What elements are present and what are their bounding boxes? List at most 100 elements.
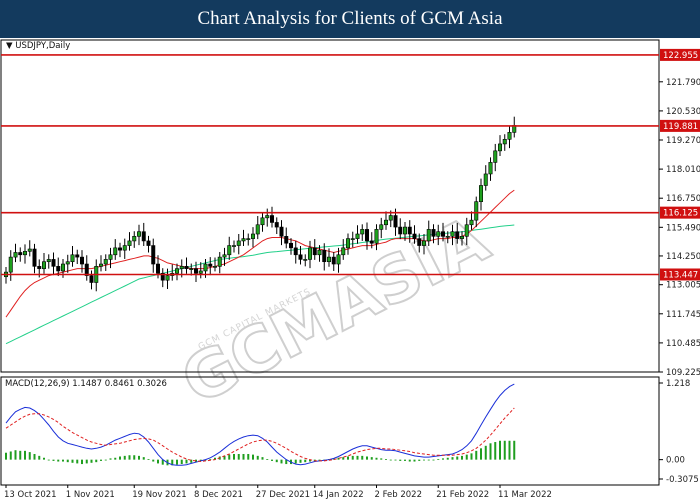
macd-histogram-bar xyxy=(465,454,468,460)
price-tick-label: 109.225 xyxy=(666,368,700,378)
macd-histogram-bar xyxy=(233,453,235,460)
macd-histogram-bar xyxy=(252,454,254,460)
candle-body xyxy=(269,215,274,223)
candle-body xyxy=(360,229,365,235)
macd-histogram-bar xyxy=(133,455,136,460)
candle-body xyxy=(60,263,65,272)
date-tick-label: 19 Nov 2021 xyxy=(132,490,186,500)
candle-body xyxy=(241,238,246,242)
candle-body xyxy=(8,256,13,273)
candle-body xyxy=(279,226,284,237)
level-label: 116.125 xyxy=(663,209,698,219)
candle-body xyxy=(288,242,293,249)
candle-body xyxy=(89,275,94,283)
macd-histogram-bar xyxy=(499,440,501,460)
candle-body xyxy=(189,268,194,270)
macd-histogram-bar xyxy=(394,459,397,461)
candle-body xyxy=(251,233,256,239)
candle-body xyxy=(312,247,317,256)
price-tick-label: 116.750 xyxy=(666,194,700,204)
candle-body xyxy=(374,229,379,244)
candle-body xyxy=(118,247,123,251)
candle-body xyxy=(445,236,450,238)
candle-body xyxy=(122,245,127,251)
macd-histogram-bar xyxy=(62,459,64,462)
macd-histogram-bar xyxy=(209,459,212,460)
macd-label: MACD(12,26,9) 1.1487 0.8461 0.3026 xyxy=(5,379,167,389)
candle-body xyxy=(450,231,455,237)
candle-body xyxy=(65,261,70,265)
candle-body xyxy=(232,245,237,247)
candle-body xyxy=(146,240,151,246)
macd-histogram-bar xyxy=(14,450,17,460)
candle-body xyxy=(141,231,146,242)
macd-tick-label: 0.00 xyxy=(666,456,685,466)
candle-body xyxy=(412,233,417,239)
candle-body xyxy=(369,240,374,244)
macd-histogram-bar xyxy=(114,457,117,460)
candle-body xyxy=(165,275,170,281)
candle-body xyxy=(227,245,232,256)
candle-body xyxy=(393,215,398,228)
candle-body xyxy=(284,236,289,244)
price-tick-label: 114.250 xyxy=(666,252,700,262)
macd-histogram-bar xyxy=(503,440,506,460)
symbol-label-text: USDJPY,Daily xyxy=(15,41,70,51)
macd-histogram-bar xyxy=(43,457,45,460)
candle-body xyxy=(32,248,37,267)
candle-body xyxy=(331,256,336,265)
candle-body xyxy=(417,238,422,246)
candle-body xyxy=(402,226,407,235)
candle-body xyxy=(27,248,32,252)
macd-histogram-bar xyxy=(342,457,345,460)
macd-histogram-bar xyxy=(480,448,482,460)
macd-histogram-bar xyxy=(71,459,74,463)
candle-body xyxy=(336,254,341,265)
level-label: 119.881 xyxy=(663,122,698,132)
macd-histogram-bar xyxy=(275,459,278,463)
candle-body xyxy=(303,259,308,261)
macd-histogram-bar xyxy=(176,459,178,465)
candle-body xyxy=(350,238,355,240)
candle-body xyxy=(341,247,346,256)
macd-histogram-bar xyxy=(228,454,231,460)
candle-body xyxy=(70,254,75,263)
price-tick-label: 121.790 xyxy=(666,78,700,88)
candle-body xyxy=(421,240,426,246)
macd-histogram-bar xyxy=(119,456,121,460)
candle-body xyxy=(208,263,213,267)
macd-histogram-bar xyxy=(456,456,459,460)
macd-histogram-bar xyxy=(90,459,93,463)
date-tick-label: 11 Mar 2022 xyxy=(498,490,552,500)
macd-histogram-bar xyxy=(57,459,60,462)
macd-histogram xyxy=(5,440,516,466)
macd-histogram-bar xyxy=(446,457,449,460)
candle-body xyxy=(478,185,483,202)
candle-body xyxy=(364,229,369,242)
candle-body xyxy=(398,226,403,235)
candle-body xyxy=(175,268,180,274)
candle-body xyxy=(156,263,161,274)
candle-body xyxy=(198,270,203,274)
macd-histogram-bar xyxy=(180,459,183,465)
macd-histogram-bar xyxy=(33,453,36,460)
date-tick-label: 8 Dec 2021 xyxy=(194,490,243,500)
macd-histogram-bar xyxy=(489,443,492,460)
macd-histogram-bar xyxy=(451,457,454,460)
date-tick-label: 2 Feb 2022 xyxy=(375,490,423,500)
macd-histogram-bar xyxy=(52,459,55,461)
date-tick-label: 14 Jan 2022 xyxy=(313,490,364,500)
macd-histogram-bar xyxy=(280,459,283,464)
candle-body xyxy=(75,254,80,258)
macd-histogram-bar xyxy=(237,453,240,460)
macd-histogram-bar xyxy=(299,459,302,463)
candle-body xyxy=(322,249,327,263)
macd-histogram-bar xyxy=(185,459,188,464)
macd-histogram-bar xyxy=(385,459,387,460)
candle-body xyxy=(255,224,260,235)
macd-histogram-bar xyxy=(432,459,435,461)
candle-body xyxy=(56,266,61,272)
candle-body xyxy=(431,229,436,237)
date-tick-label: 27 Dec 2021 xyxy=(256,490,310,500)
candle-body xyxy=(260,217,265,226)
